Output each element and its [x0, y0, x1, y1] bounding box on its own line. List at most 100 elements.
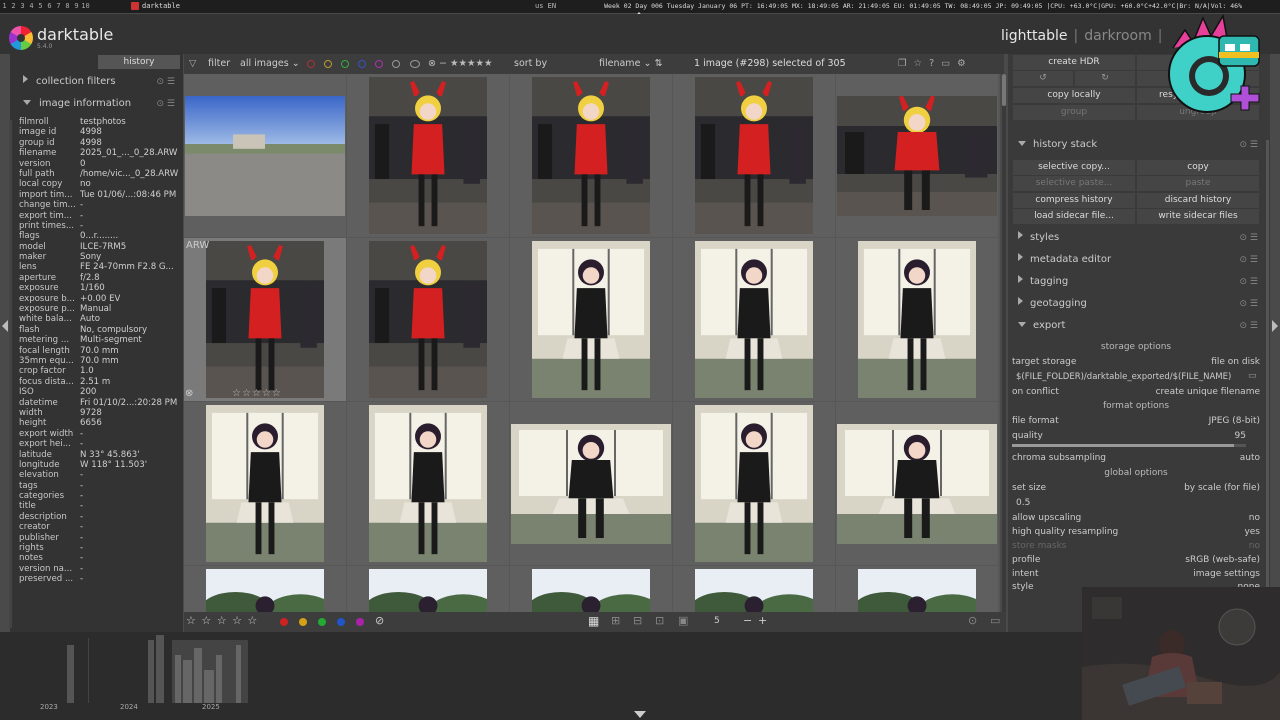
rotate-cw-icon[interactable]: ↻ [1075, 71, 1135, 86]
create-hdr-button[interactable]: create HDR [1013, 55, 1135, 70]
workspace-7[interactable]: 7 [54, 0, 63, 13]
module-options-icon[interactable]: ⊙ ☰ [1240, 228, 1258, 248]
intent-row[interactable]: intent image settings [1012, 568, 1260, 581]
focus-peaking-icon[interactable]: ⊙ [968, 614, 977, 627]
module-options-icon[interactable]: ⊙ ☰ [1240, 316, 1258, 336]
thumbnail[interactable] [184, 402, 346, 565]
load-sidecar-button[interactable]: load sidecar file... [1013, 209, 1135, 224]
export-path-input[interactable]: $(FILE_FOLDER)/darktable_exported/$(FILE… [1016, 371, 1244, 384]
sort-direction-icon[interactable]: ⇅ [654, 58, 662, 69]
copy-button[interactable]: copy [1137, 160, 1259, 175]
discard-history-button[interactable]: discard history [1137, 193, 1259, 208]
zoom-entry[interactable]: 5 [714, 616, 720, 626]
grid-scrollbar[interactable] [1002, 74, 1006, 612]
thumbnail[interactable] [347, 402, 509, 565]
chroma-subsampling-row[interactable]: chroma subsampling auto [1012, 452, 1260, 465]
compress-history-button[interactable]: compress history [1013, 193, 1135, 208]
history-tab[interactable]: history [98, 55, 180, 69]
culling-dynamic-icon[interactable]: ⊡ [655, 614, 664, 627]
color-label-yellow[interactable] [299, 618, 307, 626]
rating-filter[interactable]: ⊗ − ★★★★★ [428, 58, 493, 69]
thumbnail[interactable] [836, 566, 998, 612]
color-filter-green[interactable] [341, 60, 349, 68]
system-tray[interactable]: us EN [535, 0, 556, 13]
thumbnail[interactable] [510, 566, 672, 612]
workspace-8[interactable]: 8 [63, 0, 72, 13]
view-lighttable[interactable]: lighttable [1001, 28, 1068, 44]
paste-button[interactable]: paste [1137, 176, 1259, 191]
thumbnail[interactable] [673, 402, 835, 565]
thumbnail[interactable] [673, 238, 835, 401]
color-filter-red[interactable] [307, 60, 315, 68]
thumbnail[interactable] [836, 238, 998, 401]
right-panel-toggle-icon[interactable] [1272, 320, 1278, 332]
color-label-purple[interactable] [356, 618, 364, 626]
zoomable-layout-icon[interactable]: ⊞ [611, 614, 620, 627]
file-format-row[interactable]: file format JPEG (8-bit) [1012, 415, 1260, 428]
rotate-ccw-icon[interactable]: ↺ [1013, 71, 1073, 86]
folder-icon[interactable]: ▭ [1248, 371, 1257, 381]
culling-layout-icon[interactable]: ⊟ [633, 614, 642, 627]
display-profile-icon[interactable]: ▭ [990, 614, 1000, 627]
preview-layout-icon[interactable]: ▣ [678, 614, 688, 627]
thumbnail[interactable] [184, 566, 346, 612]
module-options-icon[interactable]: ⊙ ☰ [157, 95, 175, 113]
color-filter-gray[interactable] [392, 60, 400, 68]
quality-slider-track[interactable] [1012, 444, 1246, 447]
group-button[interactable]: group [1013, 105, 1135, 120]
scale-input[interactable]: 0.5 [1016, 497, 1264, 510]
thumbnail[interactable] [836, 74, 998, 237]
selective-paste-button[interactable]: selective paste... [1013, 176, 1135, 191]
filemanager-layout-icon[interactable]: ▦ [588, 614, 599, 628]
right-scrollbar[interactable] [1266, 140, 1269, 620]
workspace-2[interactable]: 2 [9, 0, 18, 13]
view-darkroom[interactable]: darkroom [1084, 28, 1152, 44]
history-stack-header[interactable]: history stack ⊙ ☰ [1008, 135, 1270, 155]
quality-slider[interactable]: quality 95 [1012, 430, 1260, 443]
workspace-6[interactable]: 6 [45, 0, 54, 13]
taskbar-app[interactable]: darktable [131, 0, 180, 13]
thumbnail[interactable] [347, 566, 509, 612]
target-storage-row[interactable]: target storage file on disk [1012, 356, 1260, 369]
color-filter-blue[interactable] [358, 60, 366, 68]
hq-resampling-row[interactable]: high quality resampling yes [1012, 526, 1260, 539]
store-masks-row[interactable]: store masks no [1012, 540, 1260, 553]
module-options-icon[interactable]: ⊙ ☰ [1240, 272, 1258, 292]
thumbnail-stars[interactable]: ☆☆☆☆☆ [232, 388, 282, 399]
thumbnail[interactable] [184, 74, 346, 237]
filter-dropdown[interactable]: all images ⌄ [240, 58, 300, 69]
color-filter-purple[interactable] [375, 60, 383, 68]
left-panel-toggle-icon[interactable] [2, 320, 8, 332]
geotagging-header[interactable]: geotagging ⊙ ☰ [1008, 294, 1270, 314]
set-size-row[interactable]: set size by scale (for file) [1012, 482, 1260, 495]
thumbnail[interactable] [510, 238, 672, 401]
color-label-green[interactable] [318, 618, 326, 626]
workspace-10[interactable]: 10 [81, 0, 90, 13]
write-sidecar-button[interactable]: write sidecar files [1137, 209, 1259, 224]
color-label-red[interactable] [280, 618, 288, 626]
export-header[interactable]: export ⊙ ☰ [1008, 316, 1270, 336]
selective-copy-button[interactable]: selective copy... [1013, 160, 1135, 175]
workspace-5[interactable]: 5 [36, 0, 45, 13]
module-options-icon[interactable]: ⊙ ☰ [1240, 135, 1258, 155]
allow-upscaling-row[interactable]: allow upscaling no [1012, 512, 1260, 525]
thumbnail[interactable] [510, 74, 672, 237]
thumbnail[interactable] [673, 74, 835, 237]
filter-funnel-icon[interactable]: ▽ [189, 58, 196, 69]
module-options-icon[interactable]: ⊙ ☰ [1240, 250, 1258, 270]
thumbnail[interactable] [347, 74, 509, 237]
thumbnail-reject-icon[interactable]: ⊗ [185, 388, 193, 399]
thumbnail[interactable] [347, 238, 509, 401]
profile-row[interactable]: profile sRGB (web-safe) [1012, 554, 1260, 567]
workspace-1[interactable]: 1 [0, 0, 9, 13]
thumbnail[interactable] [673, 566, 835, 612]
workspace-4[interactable]: 4 [27, 0, 36, 13]
reject-icon[interactable]: ⊘ [375, 614, 384, 627]
copy-locally-button[interactable]: copy locally [1013, 88, 1135, 103]
on-conflict-row[interactable]: on conflict create unique filename [1012, 386, 1260, 399]
left-scrollbar[interactable] [9, 120, 12, 628]
thumbnail-selected[interactable]: ARW ☆☆☆☆☆ ⊗ [184, 238, 346, 401]
workspace-3[interactable]: 3 [18, 0, 27, 13]
image-information-header[interactable]: image information ⊙ ☰ [10, 95, 180, 113]
color-label-blue[interactable] [337, 618, 345, 626]
